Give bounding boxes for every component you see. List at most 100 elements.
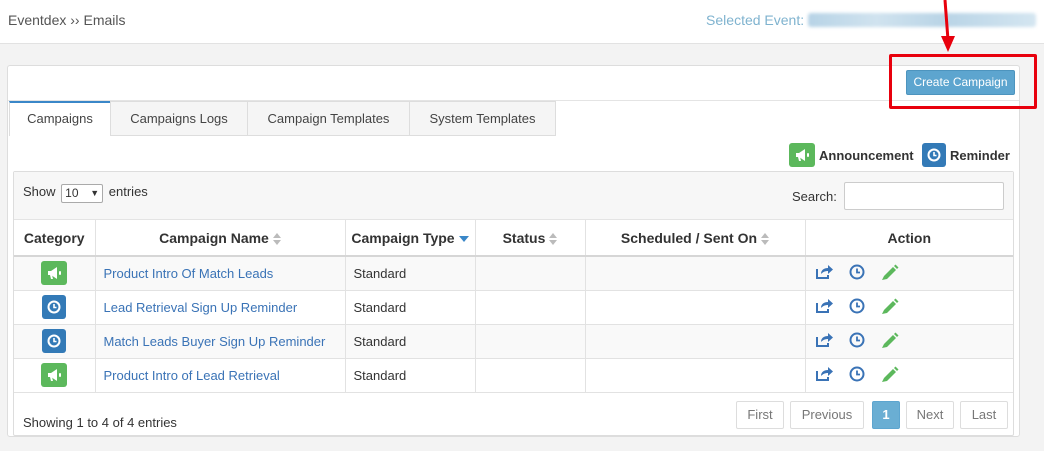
status-cell (475, 256, 586, 291)
status-cell (475, 358, 586, 393)
header-scheduled[interactable]: Scheduled / Sent On (585, 220, 806, 257)
table-row: Product Intro of Lead Retrieval Standard (14, 358, 1013, 393)
status-cell (475, 324, 586, 359)
megaphone-icon (41, 261, 68, 286)
sort-icon (761, 232, 770, 245)
tab-system-templates[interactable]: System Templates (409, 101, 556, 136)
share-icon[interactable] (815, 298, 833, 317)
tab-campaigns[interactable]: Campaigns (9, 101, 111, 136)
edit-pencil-icon[interactable] (881, 366, 899, 385)
header-category: Category (14, 220, 96, 257)
page-size-select[interactable]: 10 ▼ (61, 184, 104, 203)
clock-icon (42, 329, 67, 353)
status-cell (475, 290, 586, 325)
header-status-label: Status (502, 229, 546, 246)
share-icon[interactable] (815, 332, 833, 351)
action-cell (805, 358, 1013, 393)
header-action: Action (805, 220, 1013, 257)
header-status[interactable]: Status (475, 220, 586, 257)
campaign-name-link[interactable]: Lead Retrieval Sign Up Reminder (104, 300, 298, 315)
sort-icon (549, 232, 558, 245)
selected-event-value-redacted (808, 13, 1036, 27)
schedule-clock-icon[interactable] (849, 264, 865, 283)
campaign-name-link[interactable]: Match Leads Buyer Sign Up Reminder (104, 334, 326, 349)
table-row: Match Leads Buyer Sign Up Reminder Standa… (14, 324, 1013, 359)
header-campaign-name[interactable]: Campaign Name (95, 220, 346, 257)
pagination-previous-button[interactable]: Previous (790, 401, 864, 429)
scheduled-cell (585, 358, 806, 393)
tab-divider (110, 135, 556, 136)
campaign-name-link[interactable]: Product Intro of Lead Retrieval (104, 368, 280, 383)
header-campaign-type[interactable]: Campaign Type (345, 220, 476, 257)
legend-announcement: Announcement (789, 142, 914, 168)
sort-desc-icon (458, 235, 469, 242)
campaign-name-cell: Lead Retrieval Sign Up Reminder (95, 290, 346, 325)
action-cell (805, 256, 1013, 291)
campaign-type-cell: Standard (345, 290, 476, 325)
share-icon[interactable] (815, 264, 833, 283)
scheduled-cell (585, 256, 806, 291)
create-campaign-button[interactable]: Create Campaign (906, 70, 1015, 95)
selected-event-label: Selected Event: (706, 12, 805, 28)
scheduled-cell (585, 290, 806, 325)
campaign-type-cell: Standard (345, 256, 476, 291)
category-cell (14, 256, 96, 291)
header-action-label: Action (887, 229, 932, 246)
table-header-row: Category Campaign Name Campaign Type Sta… (14, 220, 1013, 257)
red-arrow-annotation (941, 0, 955, 52)
page-size-value: 10 (65, 186, 79, 200)
table-info: Showing 1 to 4 of 4 entries (23, 415, 177, 430)
search-input[interactable] (844, 182, 1004, 210)
show-label: Show (23, 184, 56, 199)
tab-campaign-templates[interactable]: Campaign Templates (247, 101, 410, 136)
clock-icon (922, 143, 946, 167)
category-cell (14, 290, 96, 325)
page-size-control: Show 10 ▼ entries (23, 184, 148, 203)
megaphone-icon (789, 143, 815, 167)
selected-event: Selected Event: (706, 12, 1036, 28)
header-campaign-type-label: Campaign Type (351, 229, 455, 246)
sort-icon (272, 232, 281, 245)
megaphone-icon (41, 363, 68, 387)
table-row: Lead Retrieval Sign Up Reminder Standard (14, 290, 1013, 325)
pagination-next-button[interactable]: Next (906, 401, 954, 429)
search-label: Search: (792, 189, 837, 204)
chevron-down-icon: ▼ (90, 188, 100, 198)
breadcrumb: Eventdex ›› Emails (8, 12, 126, 28)
action-cell (805, 290, 1013, 325)
tab-campaigns-logs[interactable]: Campaigns Logs (110, 101, 248, 136)
edit-pencil-icon[interactable] (881, 298, 899, 317)
header-scheduled-label: Scheduled / Sent On (620, 229, 758, 246)
category-cell (14, 358, 96, 393)
table-controls: Show 10 ▼ entries Search: (14, 172, 1013, 220)
legend-announcement-label: Announcement (819, 147, 914, 163)
campaigns-table: Category Campaign Name Campaign Type Sta… (14, 220, 1013, 393)
legend-reminder-label: Reminder (950, 147, 1010, 163)
pagination-first-button[interactable]: First (736, 401, 784, 429)
category-cell (14, 324, 96, 359)
campaign-type-cell: Standard (345, 324, 476, 359)
scheduled-cell (585, 324, 806, 359)
entries-label: entries (108, 184, 148, 199)
table-row: Product Intro Of Match Leads Standard (14, 256, 1013, 291)
campaign-name-cell: Product Intro of Lead Retrieval (95, 358, 346, 393)
share-icon[interactable] (815, 366, 833, 385)
legend-reminder: Reminder (922, 142, 1010, 168)
header-campaign-name-label: Campaign Name (159, 229, 269, 246)
panel-header (8, 66, 1019, 101)
campaign-type-cell: Standard (345, 358, 476, 393)
campaign-name-cell: Product Intro Of Match Leads (95, 256, 346, 291)
clock-icon (42, 295, 67, 319)
schedule-clock-icon[interactable] (849, 366, 865, 385)
top-bar: Eventdex ›› Emails Selected Event: (0, 0, 1044, 44)
pagination-last-button[interactable]: Last (960, 401, 1008, 429)
campaign-name-link[interactable]: Product Intro Of Match Leads (104, 266, 274, 281)
schedule-clock-icon[interactable] (849, 332, 865, 351)
edit-pencil-icon[interactable] (881, 264, 899, 283)
edit-pencil-icon[interactable] (881, 332, 899, 351)
schedule-clock-icon[interactable] (849, 298, 865, 317)
campaigns-table-container: Show 10 ▼ entries Search: Category Campai… (13, 171, 1014, 436)
header-category-label: Category (23, 229, 85, 246)
action-cell (805, 324, 1013, 359)
pagination-page-1[interactable]: 1 (872, 401, 900, 429)
